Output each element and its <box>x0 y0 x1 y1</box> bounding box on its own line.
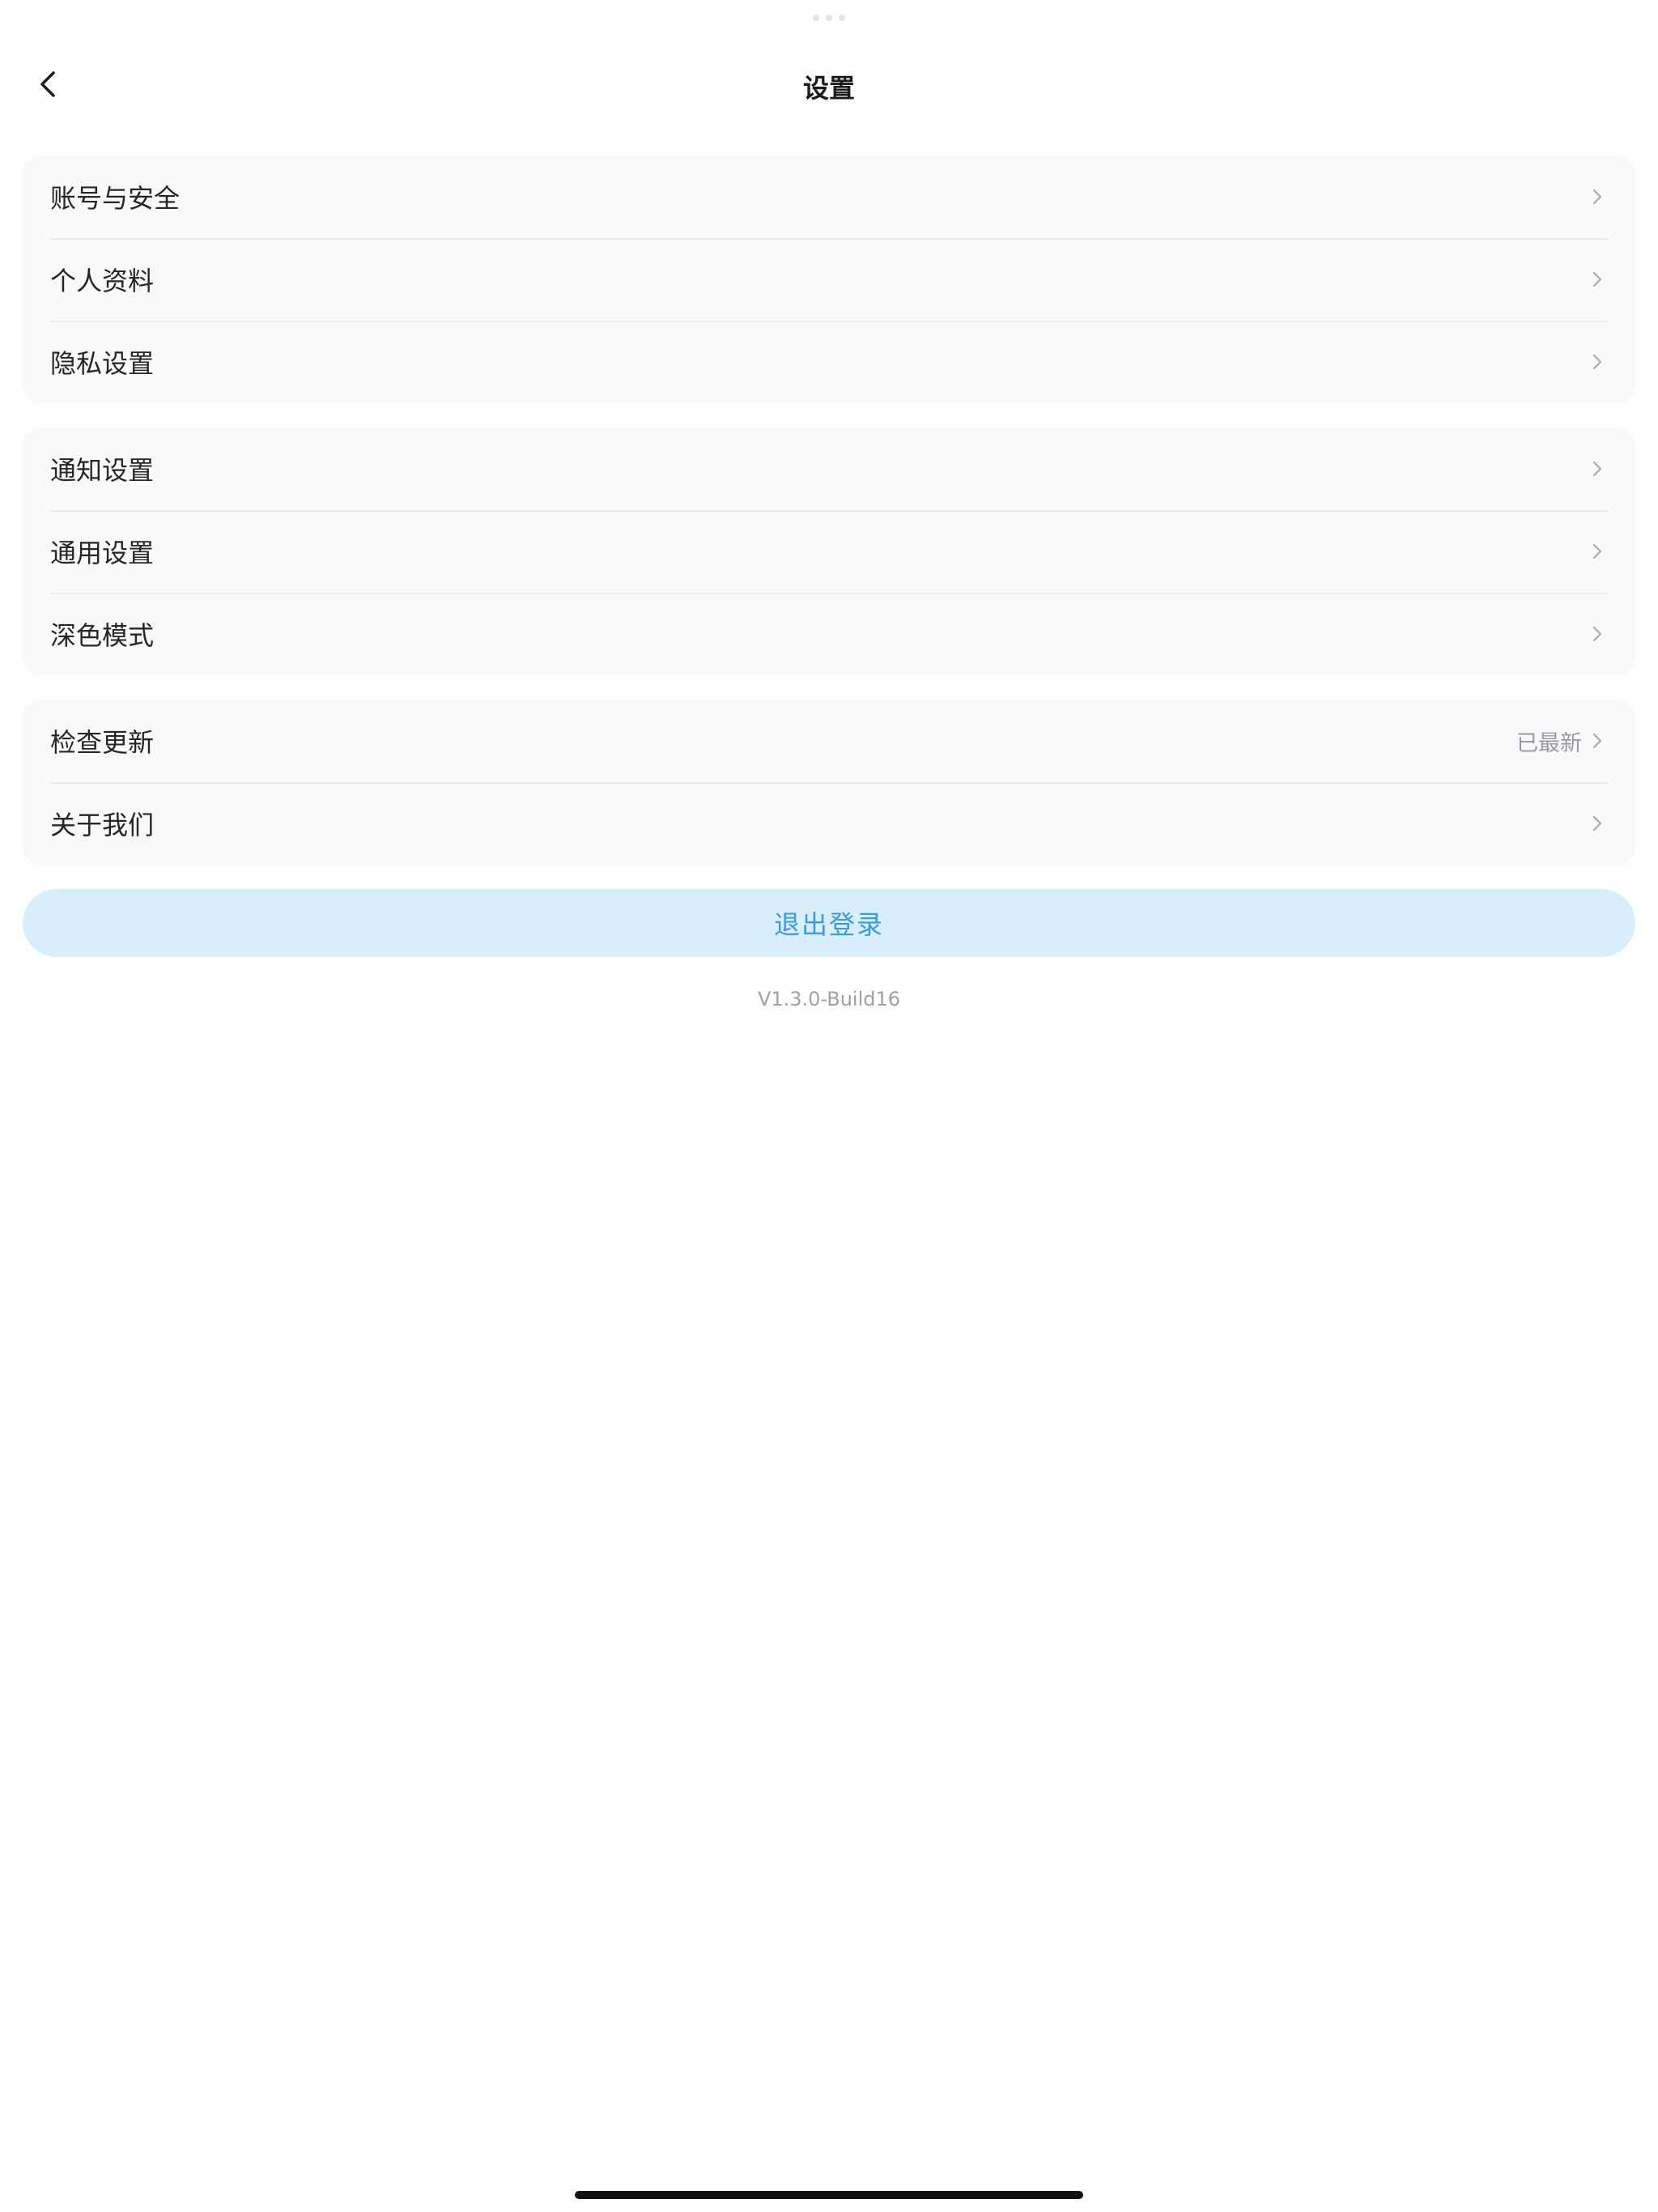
settings-item-profile[interactable]: 个人资料 <box>23 238 1635 321</box>
chevron-right-icon <box>1587 458 1608 479</box>
settings-item-notifications[interactable]: 通知设置 <box>23 428 1635 510</box>
chevron-right-icon <box>1587 730 1608 751</box>
grabber-handle[interactable] <box>813 15 845 21</box>
chevron-right-icon <box>1587 623 1608 644</box>
grabber-dot <box>839 15 845 21</box>
settings-item-about-us[interactable]: 关于我们 <box>23 782 1635 865</box>
settings-group-account: 账号与安全 个人资料 隐私设置 <box>23 155 1635 403</box>
settings-item-label: 深色模式 <box>50 620 155 651</box>
settings-item-check-update[interactable]: 检查更新 已最新 <box>23 700 1635 782</box>
version-label: V1.3.0-Build16 <box>757 988 901 1010</box>
settings-item-label: 个人资料 <box>50 266 155 296</box>
update-status-value: 已最新 <box>1516 730 1582 756</box>
chevron-right-icon <box>1587 269 1608 290</box>
chevron-right-icon <box>1587 541 1608 562</box>
settings-item-dark-mode[interactable]: 深色模式 <box>23 593 1635 675</box>
settings-group-preferences: 通知设置 通用设置 深色模式 <box>23 428 1635 675</box>
logout-button[interactable]: 退出登录 <box>23 889 1635 957</box>
chevron-right-icon <box>1587 813 1608 834</box>
settings-item-label: 通知设置 <box>50 455 155 486</box>
settings-page: 设置 账号与安全 个人资料 隐私设置 通知设置 通用设置 深色模式 检查更新 已… <box>0 0 1658 2212</box>
settings-item-privacy[interactable]: 隐私设置 <box>23 321 1635 403</box>
settings-item-label: 关于我们 <box>50 810 155 840</box>
settings-item-account-security[interactable]: 账号与安全 <box>23 155 1635 238</box>
settings-item-label: 通用设置 <box>50 538 155 568</box>
page-title: 设置 <box>802 73 855 104</box>
settings-group-about: 检查更新 已最新 关于我们 <box>23 700 1635 865</box>
settings-item-label: 隐私设置 <box>50 348 155 379</box>
grabber-dot <box>826 15 832 21</box>
home-indicator[interactable] <box>575 2191 1083 2199</box>
nav-header: 设置 <box>0 47 1658 125</box>
chevron-right-icon <box>1587 186 1608 207</box>
settings-item-general[interactable]: 通用设置 <box>23 510 1635 593</box>
settings-item-label: 检查更新 <box>50 727 155 758</box>
grabber-dot <box>813 15 819 21</box>
chevron-right-icon <box>1587 351 1608 372</box>
settings-item-label: 账号与安全 <box>50 183 181 214</box>
